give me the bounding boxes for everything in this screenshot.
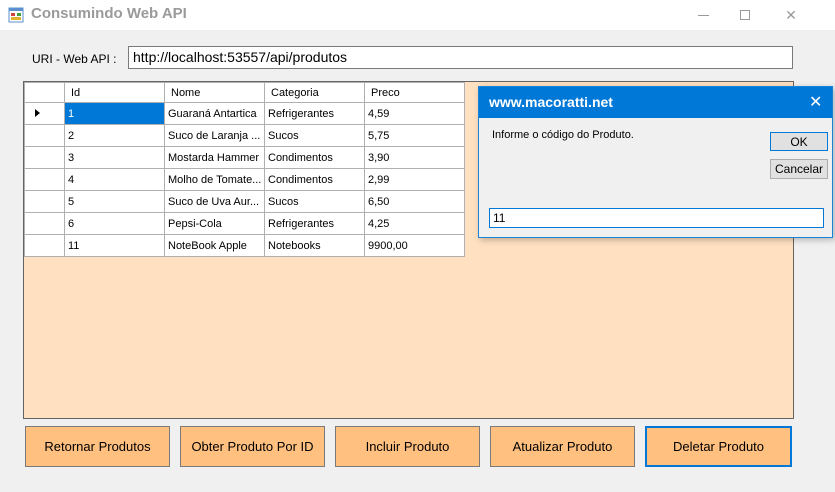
- window-title: Consumindo Web API: [31, 5, 187, 22]
- dialog-title-bar: www.macoratti.net ✕: [479, 87, 832, 118]
- close-button[interactable]: ✕: [768, 0, 814, 30]
- cell-id[interactable]: 4: [64, 168, 165, 191]
- row-header[interactable]: [24, 124, 65, 147]
- table-row[interactable]: 11 NoteBook Apple Notebooks 9900,00: [24, 234, 465, 257]
- minimize-icon: [697, 14, 709, 16]
- table-row[interactable]: 2 Suco de Laranja ... Sucos 5,75: [24, 124, 465, 147]
- cell-categoria[interactable]: Sucos: [264, 190, 365, 213]
- cell-preco[interactable]: 2,99: [364, 168, 465, 191]
- uri-input[interactable]: http://localhost:53557/api/produtos: [128, 46, 793, 69]
- cell-categoria[interactable]: Refrigerantes: [264, 212, 365, 235]
- table-row[interactable]: 6 Pepsi-Cola Refrigerantes 4,25: [24, 212, 465, 235]
- uri-label: URI - Web API :: [32, 52, 117, 66]
- cell-id[interactable]: 2: [64, 124, 165, 147]
- cell-id[interactable]: 1: [64, 102, 165, 125]
- cell-nome[interactable]: NoteBook Apple: [164, 234, 265, 257]
- atualizar-produto-button[interactable]: Atualizar Produto: [490, 426, 635, 467]
- ok-button[interactable]: OK: [770, 132, 828, 151]
- cell-categoria[interactable]: Condimentos: [264, 146, 365, 169]
- cell-preco[interactable]: 9900,00: [364, 234, 465, 257]
- input-dialog: www.macoratti.net ✕ Informe o código do …: [478, 86, 833, 238]
- incluir-produto-button[interactable]: Incluir Produto: [335, 426, 480, 467]
- row-header[interactable]: [24, 190, 65, 213]
- cell-nome[interactable]: Guaraná Antartica: [164, 102, 265, 125]
- cell-id[interactable]: 11: [64, 234, 165, 257]
- current-row-arrow-icon: [35, 108, 40, 117]
- cancel-button[interactable]: Cancelar: [770, 159, 828, 179]
- column-header-categoria[interactable]: Categoria: [264, 82, 365, 103]
- table-row[interactable]: 1 Guaraná Antartica Refrigerantes 4,59: [24, 102, 465, 125]
- dialog-title: www.macoratti.net: [489, 94, 613, 110]
- table-row[interactable]: 3 Mostarda Hammer Condimentos 3,90: [24, 146, 465, 169]
- minimize-button[interactable]: [680, 0, 726, 30]
- table-row[interactable]: 5 Suco de Uva Aur... Sucos 6,50: [24, 190, 465, 213]
- cell-nome[interactable]: Suco de Laranja ...: [164, 124, 265, 147]
- row-header[interactable]: [24, 234, 65, 257]
- app-form-icon: [8, 7, 24, 23]
- cell-preco[interactable]: 3,90: [364, 146, 465, 169]
- cell-nome[interactable]: Pepsi-Cola: [164, 212, 265, 235]
- cell-preco[interactable]: 6,50: [364, 190, 465, 213]
- title-bar: Consumindo Web API ✕: [0, 0, 835, 30]
- row-header[interactable]: [24, 168, 65, 191]
- cell-nome[interactable]: Suco de Uva Aur...: [164, 190, 265, 213]
- cell-categoria[interactable]: Condimentos: [264, 168, 365, 191]
- maximize-button[interactable]: [722, 0, 768, 30]
- cell-id[interactable]: 3: [64, 146, 165, 169]
- grid-header-row: Id Nome Categoria Preco: [24, 82, 465, 103]
- cell-id[interactable]: 5: [64, 190, 165, 213]
- deletar-produto-button[interactable]: Deletar Produto: [645, 426, 792, 467]
- cell-preco[interactable]: 4,25: [364, 212, 465, 235]
- table-row[interactable]: 4 Molho de Tomate... Condimentos 2,99: [24, 168, 465, 191]
- row-header[interactable]: [24, 146, 65, 169]
- retornar-produtos-button[interactable]: Retornar Produtos: [25, 426, 170, 467]
- cell-nome[interactable]: Molho de Tomate...: [164, 168, 265, 191]
- close-icon: ✕: [785, 6, 797, 23]
- cell-categoria[interactable]: Notebooks: [264, 234, 365, 257]
- column-header-preco[interactable]: Preco: [364, 82, 465, 103]
- cell-categoria[interactable]: Sucos: [264, 124, 365, 147]
- cell-nome[interactable]: Mostarda Hammer: [164, 146, 265, 169]
- cell-id[interactable]: 6: [64, 212, 165, 235]
- row-header[interactable]: [24, 102, 65, 125]
- cell-categoria[interactable]: Refrigerantes: [264, 102, 365, 125]
- cell-preco[interactable]: 4,59: [364, 102, 465, 125]
- dialog-close-icon[interactable]: ✕: [809, 92, 822, 112]
- row-header[interactable]: [24, 212, 65, 235]
- maximize-icon: [740, 10, 750, 20]
- cell-preco[interactable]: 5,75: [364, 124, 465, 147]
- dialog-prompt: Informe o código do Produto.: [492, 129, 634, 141]
- products-grid[interactable]: Id Nome Categoria Preco 1 Guaraná Antart…: [24, 82, 465, 257]
- product-code-input[interactable]: 11: [489, 208, 824, 228]
- column-header-id[interactable]: Id: [64, 82, 165, 103]
- obter-produto-por-id-button[interactable]: Obter Produto Por ID: [180, 426, 325, 467]
- grid-corner-header[interactable]: [24, 82, 65, 103]
- column-header-nome[interactable]: Nome: [164, 82, 265, 103]
